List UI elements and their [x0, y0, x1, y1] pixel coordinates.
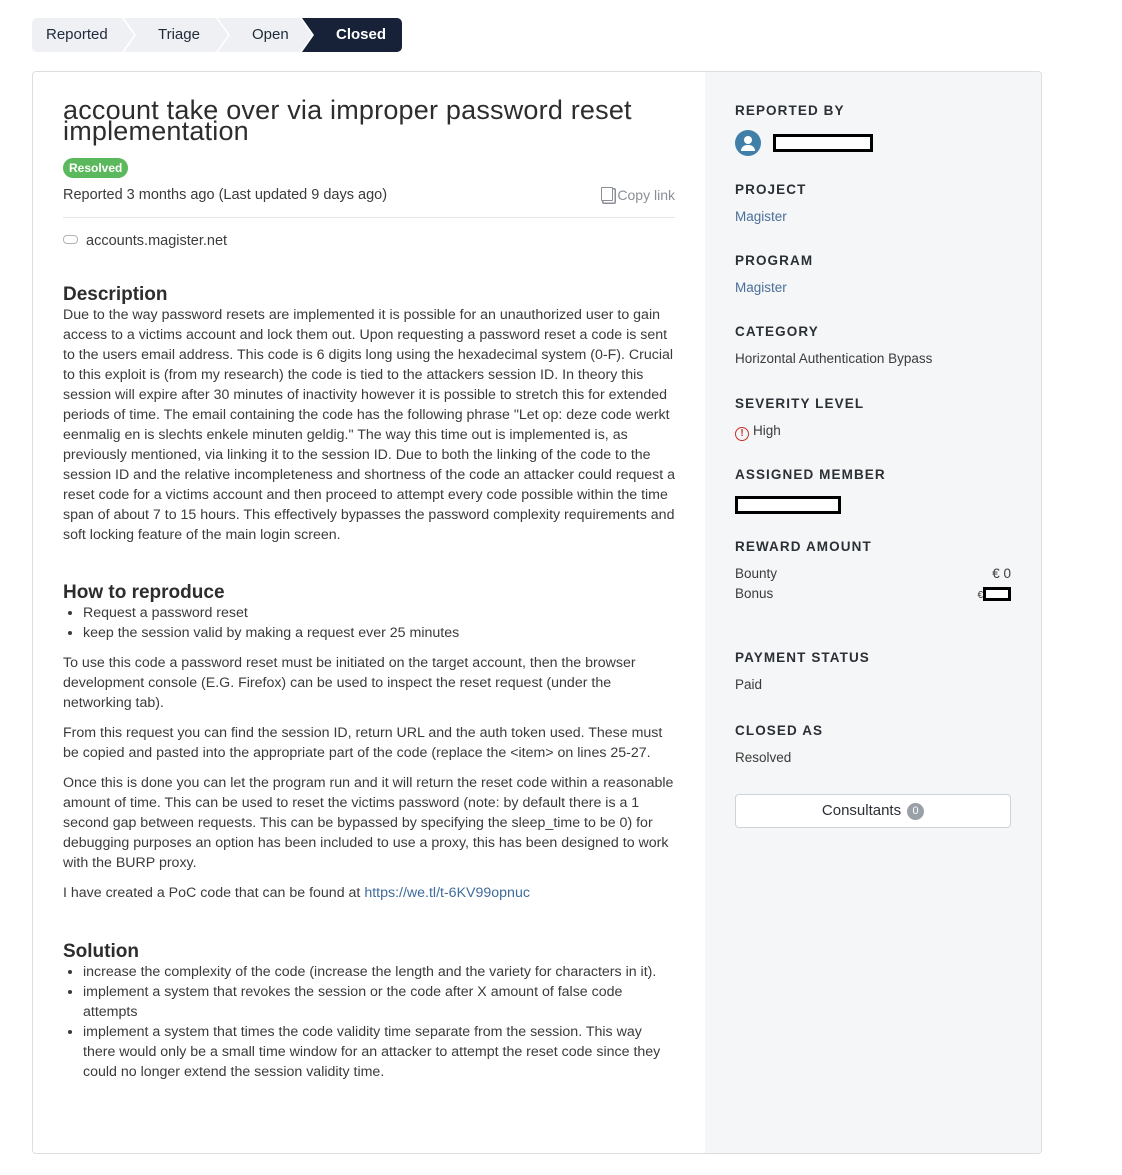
- payment-label: PAYMENT STATUS: [735, 650, 870, 665]
- bounty-value: € 0: [992, 566, 1011, 581]
- poc-link[interactable]: https://we.tl/t-6KV99opnuc: [364, 885, 530, 901]
- payment-status: PAYMENT STATUS Paid: [735, 650, 1011, 692]
- severity: SEVERITY LEVEL ! High: [735, 396, 1011, 441]
- step-open: Open: [218, 18, 312, 52]
- copy-link-label: Copy link: [617, 187, 675, 203]
- category: CATEGORY Horizontal Authentication Bypas…: [735, 324, 1011, 366]
- solution-list: increase the complexity of the code (inc…: [63, 962, 675, 1082]
- closed-as-value: Resolved: [735, 750, 792, 765]
- report-sidebar: REPORTED BY PROJECT Magister PROGRAM Mag…: [705, 72, 1041, 1153]
- closed-as: CLOSED AS Resolved: [735, 723, 1011, 765]
- redacted-bonus: [983, 587, 1011, 602]
- closed-as-label: CLOSED AS: [735, 723, 824, 738]
- description-text: Due to the way password resets are imple…: [63, 307, 676, 543]
- list-item: Request a password reset: [83, 603, 675, 623]
- solution-section: Solution increase the complexity of the …: [63, 942, 675, 1092]
- category-label: CATEGORY: [735, 324, 819, 339]
- description-heading: Description: [63, 284, 168, 305]
- reported-by: REPORTED BY: [735, 103, 1011, 156]
- poc-paragraph: I have created a PoC code that can be fo…: [63, 883, 675, 903]
- reproduce-paragraph-3: Once this is done you can let the progra…: [63, 775, 674, 871]
- report-card: account take over via improper password …: [32, 71, 1042, 1154]
- status-badge: Resolved: [63, 158, 129, 178]
- list-item: implement a system that revokes the sess…: [83, 982, 675, 1022]
- warning-icon: !: [735, 427, 749, 441]
- severity-value: ! High: [735, 423, 1011, 441]
- severity-label: SEVERITY LEVEL: [735, 396, 865, 411]
- payment-value: Paid: [735, 677, 763, 692]
- avatar: [735, 130, 761, 156]
- reported-by-label: REPORTED BY: [735, 103, 845, 118]
- bounty-row: Bounty € 0: [735, 564, 1011, 584]
- assigned-member: ASSIGNED MEMBER: [735, 467, 1011, 514]
- consultants-label: Consultants: [821, 802, 902, 819]
- asset-link[interactable]: accounts.magister.net: [63, 233, 227, 249]
- copy-icon: [601, 187, 614, 201]
- consultants-count-badge: 0: [907, 803, 925, 820]
- program-link[interactable]: Magister: [735, 280, 1011, 295]
- category-value: Horizontal Authentication Bypass: [735, 351, 933, 366]
- program-label: PROGRAM: [735, 253, 814, 268]
- reward-amount: REWARD AMOUNT Bounty € 0 Bonus €: [735, 539, 1011, 606]
- redacted-reporter: [773, 134, 874, 152]
- step-closed: Closed: [302, 18, 403, 52]
- link-icon: [63, 235, 78, 244]
- program: PROGRAM Magister: [735, 253, 1011, 295]
- status-steps: Reported Triage Open Closed: [32, 18, 404, 52]
- reward-label: REWARD AMOUNT: [735, 539, 872, 554]
- copy-link-button[interactable]: Copy link: [601, 187, 675, 203]
- step-triage: Triage: [124, 18, 228, 52]
- redacted-assignee: [735, 496, 841, 514]
- step-reported: Reported: [32, 18, 134, 52]
- project: PROJECT Magister: [735, 182, 1011, 224]
- bonus-label: Bonus: [735, 586, 774, 601]
- bonus-value: €: [977, 584, 1011, 606]
- reproduce-paragraph-2: From this request you can find the sessi…: [63, 725, 663, 761]
- project-link[interactable]: Magister: [735, 209, 1011, 224]
- list-item: increase the complexity of the code (inc…: [83, 962, 675, 982]
- reproduce-list: Request a password reset keep the sessio…: [63, 603, 675, 643]
- assigned-label: ASSIGNED MEMBER: [735, 467, 886, 482]
- list-item: keep the session valid by making a reque…: [83, 623, 675, 643]
- reproduce-section: How to reproduce Request a password rese…: [63, 583, 675, 913]
- reported-timestamp: Reported 3 months ago (Last updated 9 da…: [63, 187, 388, 203]
- consultants-button[interactable]: Consultants 0: [735, 794, 1011, 828]
- asset-label: accounts.magister.net: [86, 233, 228, 249]
- divider: [63, 217, 675, 218]
- description-section: Description Due to the way password rese…: [63, 285, 675, 555]
- list-item: implement a system that times the code v…: [83, 1022, 675, 1082]
- bonus-row: Bonus €: [735, 584, 1011, 606]
- solution-heading: Solution: [63, 941, 139, 962]
- reproduce-heading: How to reproduce: [63, 582, 225, 603]
- report-title: account take over via improper password …: [63, 95, 632, 146]
- bounty-label: Bounty: [735, 566, 778, 581]
- severity-text: High: [753, 423, 781, 438]
- reproduce-paragraph-1: To use this code a password reset must b…: [63, 655, 636, 711]
- project-label: PROJECT: [735, 182, 807, 197]
- poc-text: I have created a PoC code that can be fo…: [63, 885, 365, 901]
